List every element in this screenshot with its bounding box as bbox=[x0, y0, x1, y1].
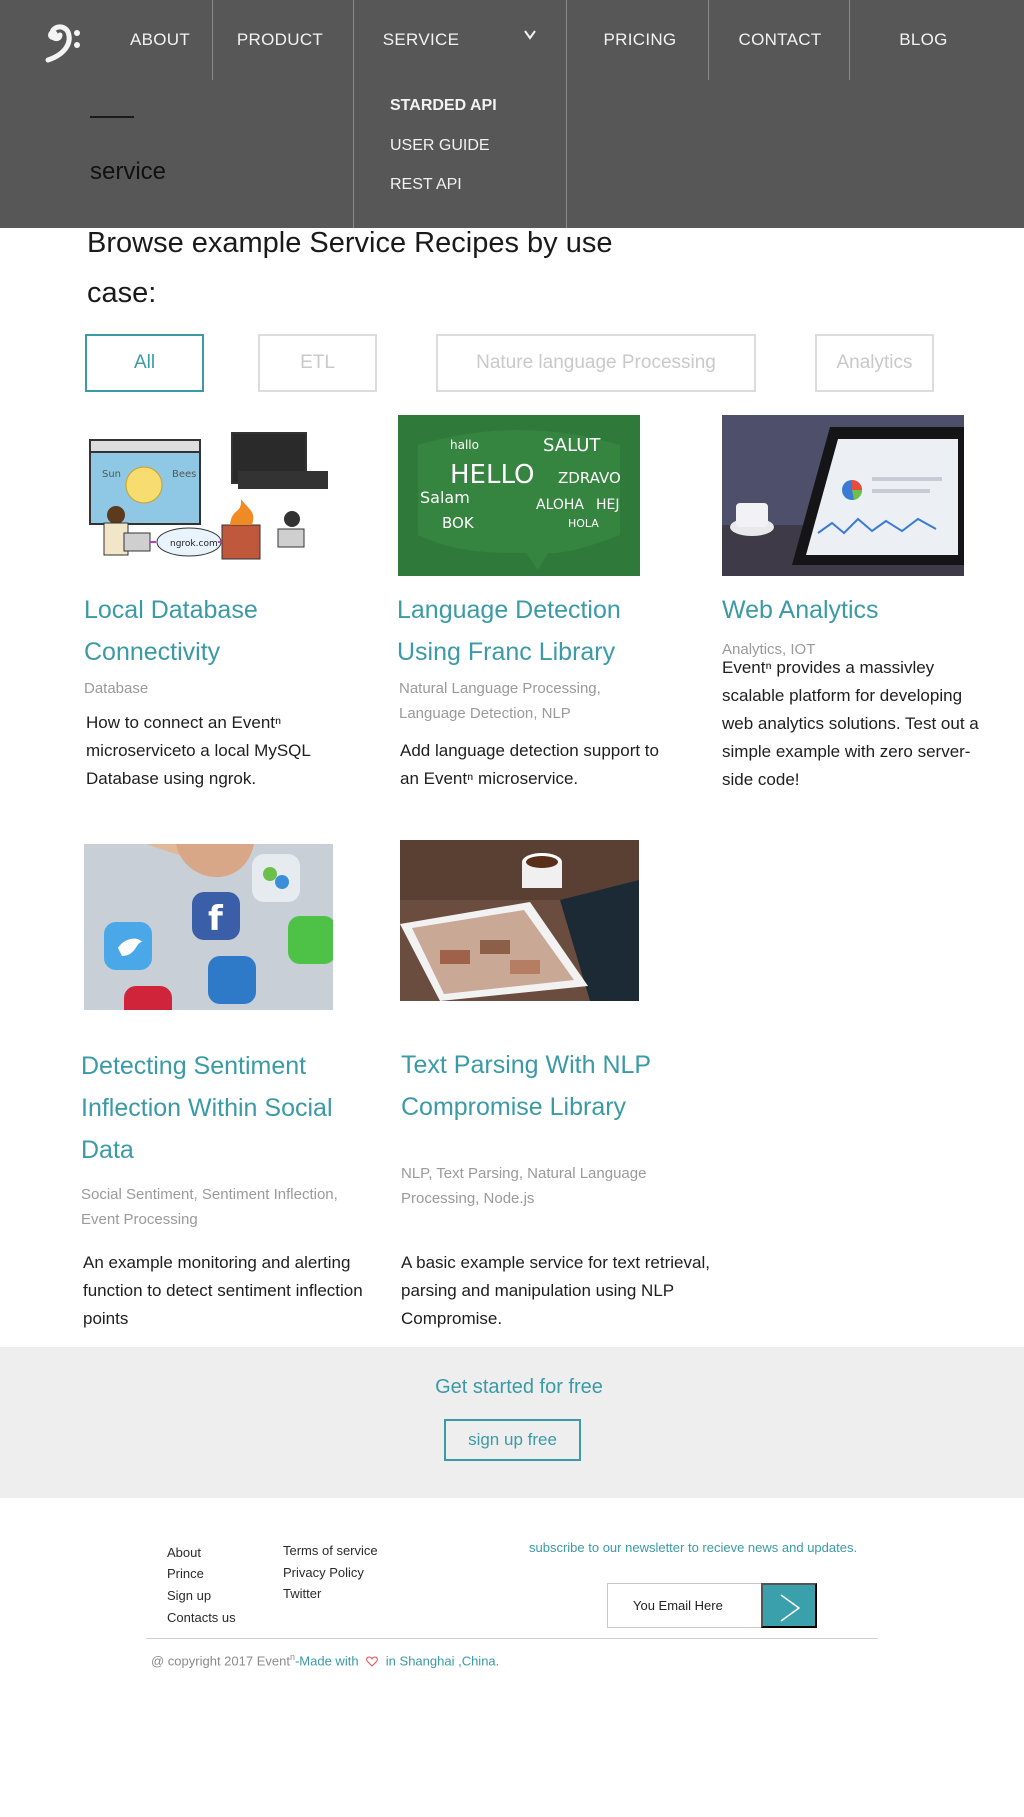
footer-link-twitter[interactable]: Twitter bbox=[283, 1586, 321, 1601]
email-input[interactable]: You Email Here bbox=[607, 1583, 762, 1628]
card-title[interactable]: Detecting Sentiment Inflection Within So… bbox=[81, 1045, 341, 1171]
footer-link-privacy[interactable]: Privacy Policy bbox=[283, 1565, 364, 1580]
page-title: Browse example Service Recipes by use ca… bbox=[87, 227, 613, 309]
nav-about[interactable]: ABOUT bbox=[114, 0, 206, 80]
sign-up-button[interactable]: sign up free bbox=[444, 1419, 581, 1461]
sun-text: Sun bbox=[102, 469, 121, 480]
newsletter-text: subscribe to our newsletter to recieve n… bbox=[529, 1540, 858, 1555]
card-title[interactable]: Local Database Connectivity bbox=[84, 589, 344, 673]
filter-analytics[interactable]: Analytics bbox=[815, 334, 934, 392]
arrow-right-icon bbox=[780, 1594, 801, 1622]
nav-service[interactable]: SERVICE bbox=[374, 0, 468, 80]
copyright-made-with: -Made with bbox=[294, 1653, 359, 1669]
chevron-down-icon[interactable] bbox=[521, 28, 539, 42]
subscribe-button[interactable] bbox=[761, 1583, 817, 1628]
card-description: Add language detection support to an Eve… bbox=[400, 741, 659, 788]
svg-text:f: f bbox=[208, 899, 224, 939]
site-header: ABOUT PRODUCT SERVICE PRICING CONTACT BL… bbox=[0, 0, 1024, 228]
card-title[interactable]: Web Analytics bbox=[722, 589, 982, 631]
card-description: Eventⁿ provides a massivley scalable pla… bbox=[722, 658, 979, 789]
aloha-text: ALOHA bbox=[536, 497, 584, 513]
copyright: @ copyright 2017 Eventn-Made with in Sha… bbox=[151, 1652, 499, 1668]
dropdown-item-started-api[interactable]: STARDED API bbox=[390, 97, 497, 115]
card-image-web-analytics[interactable] bbox=[722, 415, 964, 576]
hola-text: HOLA bbox=[568, 517, 599, 530]
bok-text: BOK bbox=[442, 514, 475, 532]
card-image-text-parsing[interactable] bbox=[400, 840, 639, 1001]
zdravo-text: ZDRAVO bbox=[558, 469, 621, 487]
dropdown-item-user-guide[interactable]: USER GUIDE bbox=[390, 137, 490, 155]
bass-clef-logo-icon[interactable] bbox=[40, 20, 88, 72]
card-description: How to connect an Eventⁿ microserviceto … bbox=[86, 713, 311, 788]
card-tags: NLP, Text Parsing, Natural Language Proc… bbox=[401, 1165, 647, 1207]
copyright-prefix: @ copyright 2017 Event bbox=[151, 1653, 290, 1669]
nav-divider bbox=[353, 0, 354, 228]
bees-text: Bees bbox=[172, 469, 196, 480]
nav-blog[interactable]: BLOG bbox=[876, 0, 971, 80]
dropdown-item-rest-api[interactable]: REST API bbox=[390, 176, 462, 194]
breadcrumb: service bbox=[90, 158, 167, 185]
hello-text: HELLO bbox=[450, 460, 535, 490]
card-title[interactable]: Language Detection Using Franc Library bbox=[397, 589, 657, 673]
nav-product[interactable]: PRODUCT bbox=[222, 0, 338, 80]
card-title[interactable]: Text Parsing With NLP Compromise Library bbox=[401, 1044, 681, 1128]
card-tags: Social Sentiment, Sentiment Inflection, … bbox=[81, 1186, 338, 1228]
hej-text: HEJ bbox=[596, 497, 620, 513]
ngrok-text: ngrok.com bbox=[170, 539, 218, 549]
filter-all[interactable]: All bbox=[85, 334, 204, 392]
heart-icon bbox=[366, 1656, 379, 1668]
salut-text: SALUT bbox=[543, 435, 601, 456]
filter-nlp[interactable]: Nature language Processing bbox=[436, 334, 756, 392]
card-tags: Natural Language Processing, Language De… bbox=[399, 680, 601, 722]
nav-divider bbox=[849, 0, 850, 80]
breadcrumb-line bbox=[90, 116, 134, 118]
hallo-text: hallo bbox=[450, 438, 479, 452]
salam-text: Salam bbox=[420, 488, 470, 507]
footer-link-sign-up[interactable]: Sign up bbox=[167, 1588, 211, 1603]
nav-divider bbox=[566, 0, 567, 228]
card-image-language-detection[interactable]: hallo SALUT HELLO ZDRAVO Salam ALOHA HEJ… bbox=[398, 415, 640, 576]
card-image-local-database[interactable]: Sun Bees ngrok.com bbox=[84, 415, 328, 565]
nav-divider bbox=[708, 0, 709, 80]
footer-link-about[interactable]: About bbox=[167, 1545, 201, 1560]
nav-contact[interactable]: CONTACT bbox=[727, 0, 833, 80]
card-description: A basic example service for text retriev… bbox=[401, 1253, 710, 1328]
footer-link-prince[interactable]: Prince bbox=[167, 1566, 204, 1581]
nav-divider bbox=[212, 0, 213, 80]
nav-pricing[interactable]: PRICING bbox=[592, 0, 688, 80]
copyright-location: in Shanghai ,China. bbox=[385, 1653, 500, 1669]
footer-divider bbox=[146, 1638, 878, 1639]
footer-link-contacts[interactable]: Contacts us bbox=[167, 1610, 236, 1625]
card-image-sentiment[interactable]: f bbox=[84, 844, 333, 1010]
filter-etl[interactable]: ETL bbox=[258, 334, 377, 392]
footer-link-terms[interactable]: Terms of service bbox=[283, 1543, 378, 1558]
card-description: An example monitoring and alerting funct… bbox=[83, 1253, 363, 1328]
card-tags: Database bbox=[84, 680, 149, 697]
cta-title: Get started for free bbox=[435, 1376, 603, 1398]
